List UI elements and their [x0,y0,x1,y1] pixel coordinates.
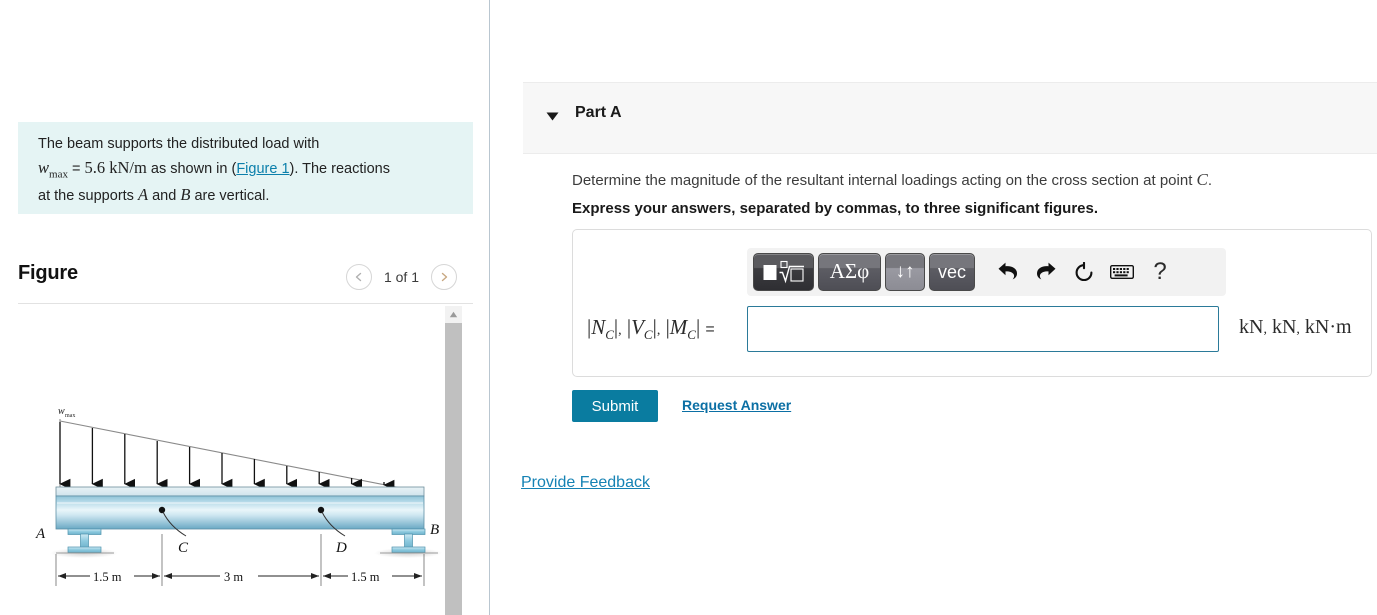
reset-circular-arrow-icon [1075,261,1093,281]
template-square-root-button[interactable] [753,253,814,291]
problem-line-2a: as shown in ( [150,160,237,177]
reset-button[interactable] [1067,253,1101,291]
answer-card: ΑΣφ ↓↑ vec ? |NC|, |VC|, |MC| = kN, kN, … [572,229,1372,377]
undo-arrow-icon [998,262,1017,280]
undo-button[interactable] [991,253,1025,291]
scroll-up-arrow-icon [449,311,458,318]
provide-feedback-link[interactable]: Provide Feedback [521,474,650,492]
answer-instruction: Express your answers, separated by comma… [572,200,1099,217]
math-toolbar: ΑΣφ ↓↑ vec ? [747,248,1226,296]
label-C: C [178,540,189,556]
keyboard-icon [1110,265,1134,279]
chevron-left-icon [355,272,362,282]
figure-body: w max A B C D 1.5 m 3 m 1.5 m [18,306,473,615]
answer-label: |NC|, |VC|, |MC| = [587,315,715,343]
conjunction-and: and [152,187,177,204]
label-D: D [335,540,347,556]
label-A: A [35,526,46,542]
part-a-title: Part A [575,104,622,121]
figure-scrollbar[interactable] [445,306,462,615]
template-square-root-icon [763,260,804,284]
beam-diagram: w max A B C D 1.5 m 3 m 1.5 m [35,406,442,586]
redo-button[interactable] [1029,253,1063,291]
right-answer-pane: Part A Determine the magnitude of the re… [490,0,1377,615]
point-D-marker [317,506,325,514]
caret-down-icon[interactable] [546,108,559,126]
left-problem-pane: The beam supports the distributed load w… [0,0,489,615]
dimension-right: 1.5 m [351,570,380,584]
support-B-symbol: B [180,184,191,204]
problem-line-3a: at the supports [38,187,134,204]
figure-counter: 1 of 1 [383,269,419,285]
problem-statement: The beam supports the distributed load w… [18,122,473,214]
caret-down-glyph [546,112,559,121]
figure-next-button[interactable] [431,264,457,290]
problem-line-1: The beam supports the distributed load w… [38,136,320,152]
answer-input[interactable] [747,306,1219,352]
greek-symbols-button[interactable]: ΑΣφ [818,253,881,291]
problem-line-3b: are vertical. [194,187,270,204]
prompt-text: Determine the magnitude of the resultant… [572,172,1197,189]
part-a-header[interactable]: Part A [523,82,1377,154]
page-root: The beam supports the distributed load w… [0,0,1377,615]
w-max-symbol: wmax [38,157,68,181]
figure-scroll-up-button[interactable] [445,306,462,323]
w-max-value: 5.6 kN/m [84,157,147,177]
label-B: B [430,522,439,538]
dimension-middle: 3 m [224,570,243,584]
vector-button[interactable]: vec [929,253,975,291]
answer-row: |NC|, |VC|, |MC| = kN, kN, kN·m [573,306,1373,354]
load-label-subscript: max [65,413,75,419]
submit-button[interactable]: Submit [572,390,658,422]
support-A-symbol: A [137,184,149,204]
problem-line-2b: ). The reactions [289,160,390,177]
figure-header: Figure 1 of 1 [18,262,473,298]
figure-navigation: 1 of 1 [345,264,457,290]
up-down-arrows-button[interactable]: ↓↑ [885,253,925,291]
figure-title: Figure [18,262,78,284]
redo-arrow-icon [1037,262,1056,280]
chevron-right-icon [441,272,448,282]
keyboard-button[interactable] [1105,253,1139,291]
figure-divider [18,303,473,304]
prompt-point-C: C [1196,170,1208,189]
figure-1-link[interactable]: Figure 1 [236,161,289,177]
question-prompt: Determine the magnitude of the resultant… [572,168,1362,192]
load-label-w: w [58,406,65,417]
point-C-marker [158,506,166,514]
figure-scroll-thumb[interactable] [445,323,462,615]
help-button[interactable]: ? [1143,253,1177,291]
equals-sign: = [72,160,81,177]
figure-prev-button[interactable] [345,264,372,290]
prompt-period: . [1207,172,1213,189]
dimension-left: 1.5 m [93,570,122,584]
request-answer-link[interactable]: Request Answer [682,397,791,413]
answer-units: kN, kN, kN·m [1239,316,1352,338]
